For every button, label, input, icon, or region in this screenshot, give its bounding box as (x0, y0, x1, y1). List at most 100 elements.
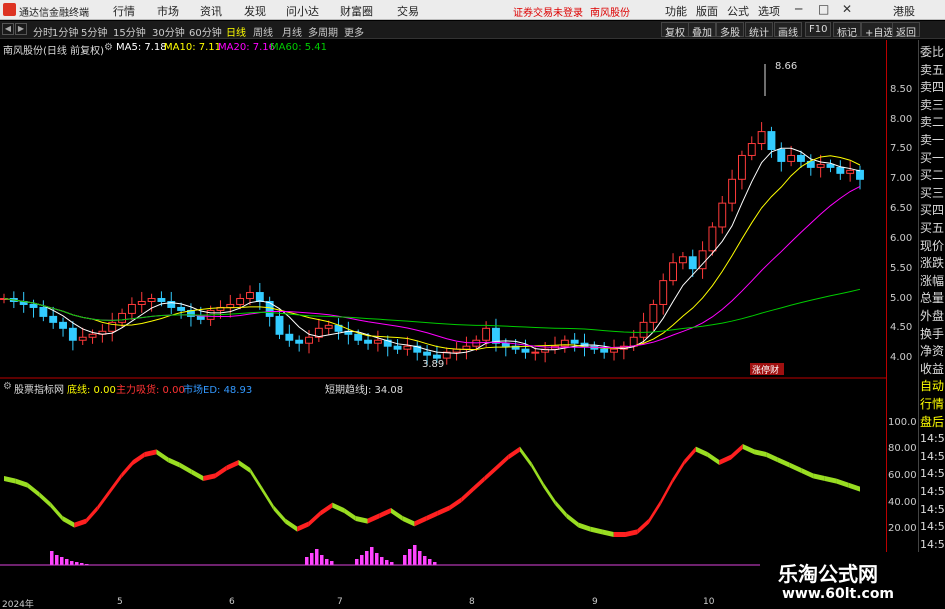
indicator-up-segment (132, 452, 145, 465)
indicator-bottom: 底线: 0.00 (67, 385, 116, 396)
quote-field-label: 14:50 (920, 449, 945, 463)
app-window: 通达信金融终端 行情 市场 资讯 发现 问小达 财富圈 交易 证券交易未登录 南… (0, 0, 945, 609)
indicator-bar (428, 559, 432, 565)
ma60-label: MA60: 5.41 (270, 42, 328, 53)
kline-chart[interactable]: 8.66 3.89 涨停财 (0, 56, 886, 596)
settings-gear-icon[interactable]: ⚙ (3, 381, 12, 392)
candle-body (29, 303, 38, 308)
period-30min[interactable]: 30分钟 (152, 24, 185, 39)
indicator-up-segment (367, 513, 380, 524)
hk-stock-link[interactable]: 港股 (893, 3, 915, 19)
quote-field-label[interactable]: 盘后 (920, 414, 944, 430)
indicator-bar (408, 549, 412, 565)
stock-name-title: 南风股份 (590, 8, 630, 19)
indicator-bars (50, 545, 437, 565)
indicator-down-segment (555, 500, 567, 519)
indicator-up-segment (508, 446, 520, 460)
period-60min[interactable]: 60分钟 (189, 24, 222, 39)
menu-item-zixun[interactable]: 资讯 (200, 3, 222, 19)
candle-body (246, 292, 254, 300)
title-bar: 通达信金融终端 行情 市场 资讯 发现 问小达 财富圈 交易 证券交易未登录 南… (0, 0, 945, 20)
button-tongji[interactable]: 统计 (745, 22, 773, 39)
indicator-down-segment (531, 462, 544, 488)
quote-field-label: 买四 (920, 203, 945, 218)
price-axis: 8.50 8.00 7.50 7.00 6.50 6.00 5.50 5.00 4.50 4.00… (886, 40, 918, 609)
candle-body (118, 312, 127, 323)
menu-item-caifuquan[interactable]: 财富圈 (340, 3, 373, 19)
indicator-up-segment (660, 478, 673, 505)
price-tick-label: 4.50 (890, 322, 913, 334)
candle-body (639, 321, 648, 338)
settings-gear-icon[interactable]: ⚙ (104, 42, 113, 53)
period-day[interactable]: 日线 (226, 24, 246, 39)
forward-arrow-icon[interactable]: ▶ (15, 23, 27, 35)
quote-field-label: 14:50 (920, 502, 945, 516)
chart-info-bar: 南风股份(日线 前复权) ⚙ MA5: 7.18 MA10: 7.11 MA20… (0, 40, 880, 57)
indicator-bar (370, 547, 374, 565)
quote-field-label: 总量 (920, 291, 945, 306)
period-1min[interactable]: 1分钟 (52, 24, 78, 39)
button-fuquan[interactable]: 复权 (661, 22, 689, 39)
indicator-down-segment (39, 492, 51, 508)
period-month[interactable]: 月线 (282, 24, 302, 39)
period-more[interactable]: 更多 (344, 24, 364, 39)
indicator-up-segment (297, 521, 309, 532)
menu-item-jiaoyi[interactable]: 交易 (397, 3, 419, 19)
indicator-bar (325, 559, 329, 565)
button-biaoji[interactable]: 标记 (833, 22, 861, 39)
menu-gongshi[interactable]: 公式 (727, 3, 749, 19)
button-diejia[interactable]: 叠加 (688, 22, 716, 39)
candle-body (196, 315, 205, 320)
ma20-label: MA20: 7.16 (218, 42, 276, 53)
date-axis: 2024年 5 6 7 8 9 10 (0, 596, 760, 609)
menu-item-shichang[interactable]: 市场 (157, 3, 179, 19)
period-15min[interactable]: 15分钟 (113, 24, 146, 39)
close-icon[interactable]: ✕ (842, 2, 852, 16)
period-fenshi[interactable]: 分时 (33, 24, 53, 39)
indicator-down-segment (261, 486, 274, 511)
indicator-bar (403, 555, 407, 565)
quote-field-label[interactable]: 自动 (920, 378, 944, 394)
candle-body (610, 348, 618, 353)
quote-field-label: 卖三 (920, 97, 945, 112)
indicator-down-segment (824, 476, 837, 484)
indicator-bar (315, 549, 319, 565)
indicator-down-segment (754, 449, 767, 457)
candle-body (787, 154, 796, 162)
indicator-bar (70, 561, 74, 565)
minimize-icon[interactable]: ─ (795, 2, 802, 16)
candle-body (432, 354, 441, 359)
button-huaxian[interactable]: 画线 (774, 22, 802, 39)
indicator-bar (50, 551, 54, 565)
indicator-main: 主力吸货: 0.00 (116, 385, 185, 396)
maximize-icon[interactable]: □ (818, 2, 829, 16)
candle-body (78, 336, 87, 341)
period-multi[interactable]: 多周期 (308, 24, 338, 39)
candle-body (797, 154, 805, 162)
indicator-bar (320, 555, 324, 565)
menu-item-faxian[interactable]: 发现 (244, 3, 266, 19)
menu-xuanxiang[interactable]: 选项 (758, 3, 780, 19)
indicator-up-segment (226, 460, 239, 471)
indicator-down-segment (179, 462, 192, 475)
menu-gongneng[interactable]: 功能 (665, 3, 687, 19)
button-duogu[interactable]: 多股 (716, 22, 744, 39)
quote-field-label[interactable]: 行情 (920, 396, 944, 412)
menu-item-hangqing[interactable]: 行情 (113, 3, 135, 19)
price-tick-label: 8.50 (890, 83, 913, 95)
indicator-bar (60, 557, 64, 565)
indicator-bar (380, 557, 384, 565)
menu-item-wenxiaoda[interactable]: 问小达 (286, 3, 319, 19)
period-5min[interactable]: 5分钟 (81, 24, 107, 39)
button-fanhui[interactable]: 返回 (892, 22, 920, 39)
candle-body (521, 348, 530, 353)
menu-banmian[interactable]: 版面 (696, 3, 718, 19)
indicator-up-segment (496, 454, 509, 471)
quote-field-label: 卖五 (920, 62, 945, 77)
price-tick-label: 5.50 (890, 262, 913, 274)
back-arrow-icon[interactable]: ◀ (2, 23, 14, 35)
period-week[interactable]: 周线 (253, 24, 273, 39)
button-f10[interactable]: F10 (805, 22, 832, 37)
indicator-up-segment (121, 460, 133, 479)
login-notice[interactable]: 证券交易未登录 (513, 4, 583, 19)
